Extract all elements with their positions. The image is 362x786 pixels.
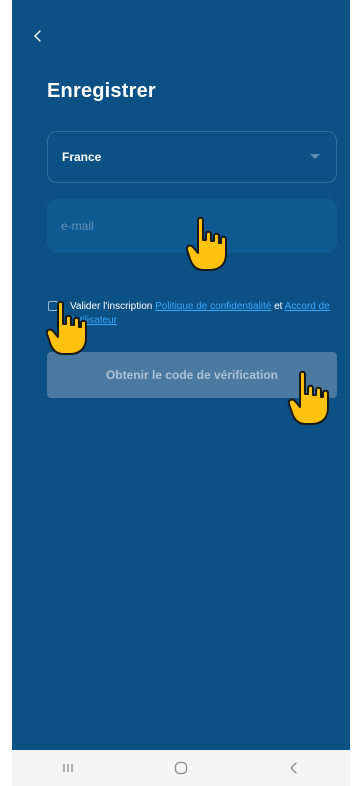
- back-button[interactable]: [26, 24, 50, 48]
- nav-back-button[interactable]: [274, 756, 314, 780]
- home-icon: [174, 761, 188, 775]
- consent-prefix: Valider l'inscription: [70, 301, 153, 312]
- country-value: France: [62, 150, 102, 164]
- consent-text: Valider l'inscription Politique de confi…: [70, 300, 346, 328]
- back-icon: [289, 762, 297, 774]
- recent-apps-icon: [63, 764, 73, 772]
- email-placeholder: e-mail: [61, 219, 94, 233]
- page-title: Enregistrer: [47, 80, 156, 102]
- country-select[interactable]: France: [47, 131, 337, 183]
- caret-down-icon: [310, 154, 320, 159]
- chevron-left-icon: [34, 30, 41, 42]
- get-verification-code-button[interactable]: Obtenir le code de vérification: [47, 352, 337, 398]
- recent-apps-button[interactable]: [48, 756, 88, 780]
- privacy-policy-link[interactable]: Politique de confidentialité: [155, 301, 271, 312]
- home-button[interactable]: [161, 756, 201, 780]
- system-navigation-bar: [12, 750, 350, 786]
- email-field[interactable]: e-mail: [47, 199, 337, 253]
- consent-checkbox[interactable]: [48, 301, 58, 311]
- registration-screen: Enregistrer France e-mail Valider l'insc…: [12, 0, 350, 786]
- consent-conjunction: et: [274, 301, 283, 312]
